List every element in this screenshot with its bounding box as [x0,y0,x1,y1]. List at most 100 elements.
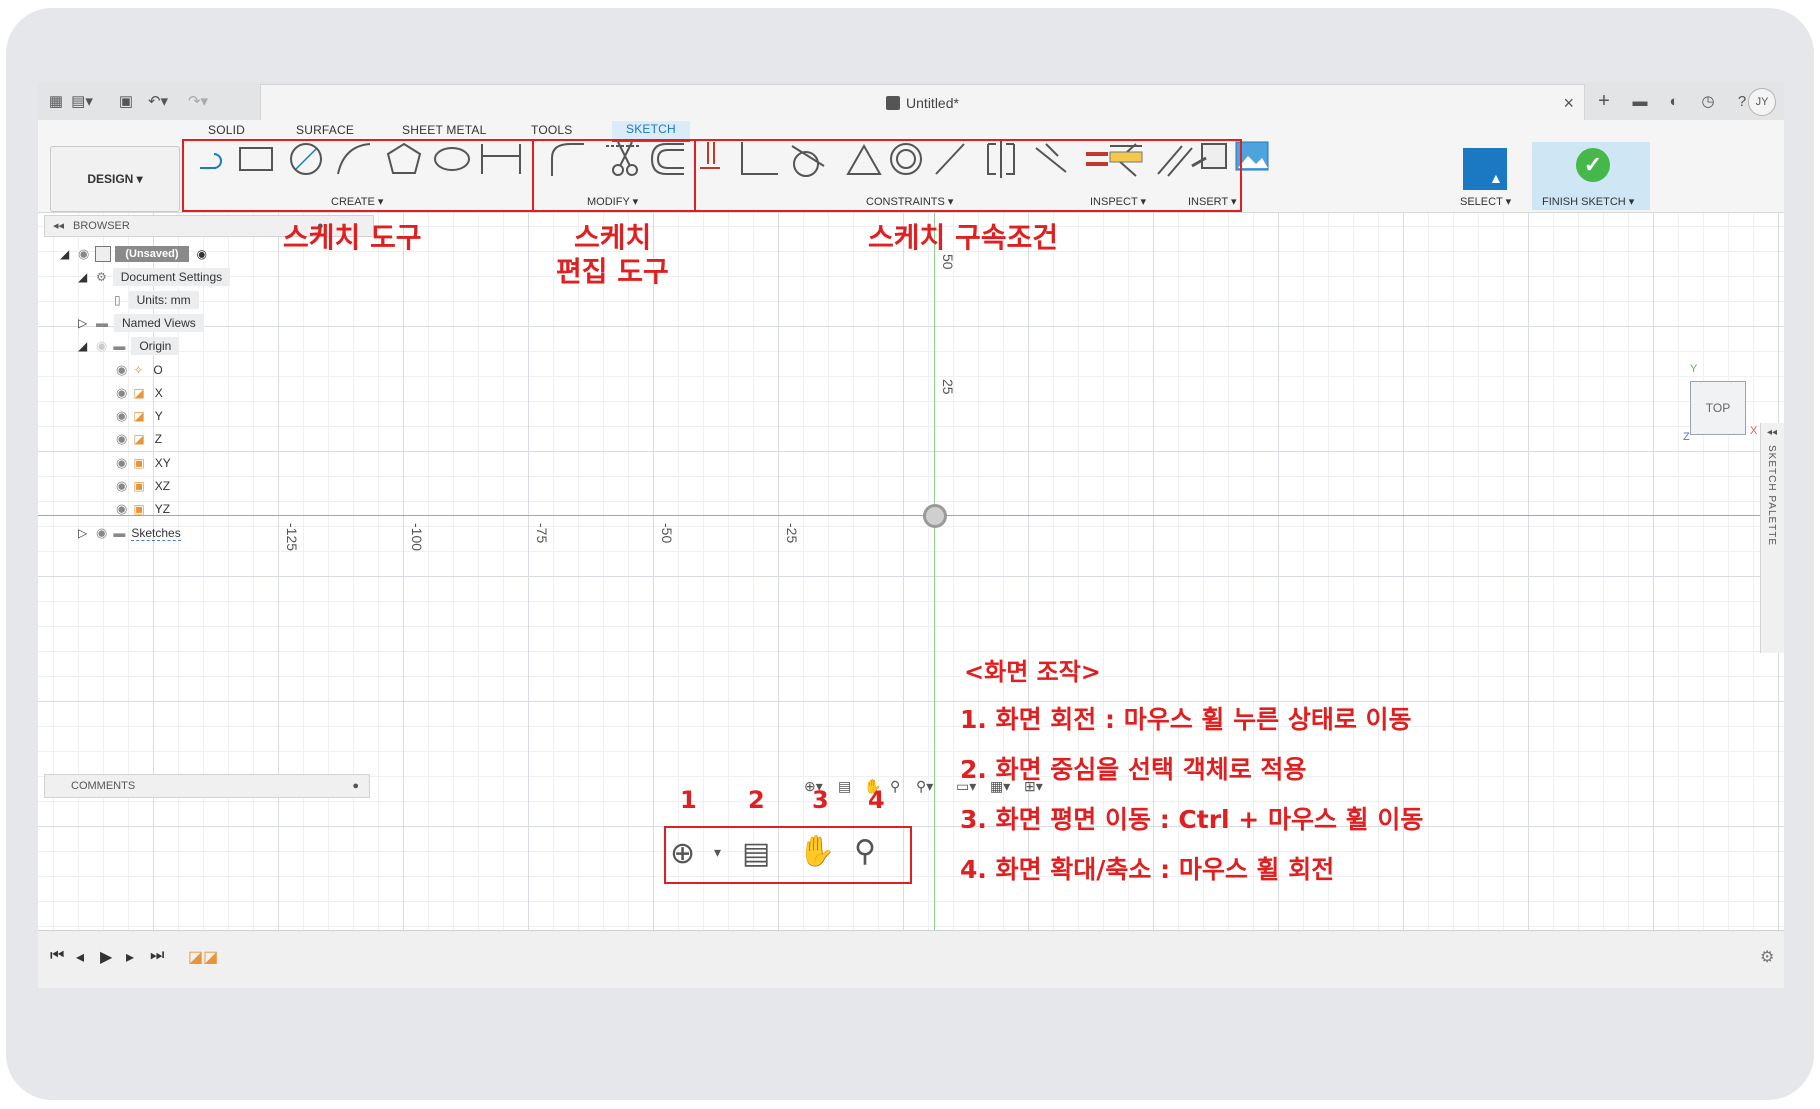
expand-icon[interactable]: ▷ [78,526,96,540]
collapse-arrow-icon[interactable]: ◂◂ [1767,427,1777,438]
visibility-eye-icon[interactable]: ◉ [116,431,127,447]
origin-label: Origin [131,337,180,355]
title-bar: ▦ ▤▾ ▣ ↶▾ ↷▾ Untitled* × + ▬ ◐ ◷ ? JY [38,82,1784,121]
document-icon [886,96,901,110]
origin-item-row[interactable]: ◉ ◪ Y [116,405,163,427]
navigation-tools-zoomed: ⊕ ▾ ▤ ✋ ⚲ [664,826,912,884]
tab-sheet-metal[interactable]: SHEET METAL [402,123,486,137]
origin-row[interactable]: ◢ ◉ ▬ Origin [78,335,180,357]
origin-item-row[interactable]: ◉ ▣ XZ [116,475,170,497]
annotation-constraints: 스케치 구속조건 [868,221,1059,254]
look-at-icon[interactable]: ▤ [742,836,770,871]
origin-item-row[interactable]: ◉ ▣ YZ [116,498,170,520]
annotation-nav-item: 4. 화면 확대/축소 : 마우스 휠 회전 [960,855,1335,884]
orbit-icon[interactable]: ⊕ [670,836,695,871]
component-icon [95,246,112,262]
folder-icon: ▬ [113,339,126,353]
origin-item-label: XY [154,456,171,470]
origin-item-label: XZ [154,479,171,493]
origin-item-row[interactable]: ◉ ▣ XY [116,452,171,474]
annotation-nav-number: 4 [868,786,885,814]
origin-item-label: O [153,363,163,377]
zoom-icon[interactable]: ⚲ [854,834,876,869]
visibility-eye-icon[interactable]: ◉ [116,501,127,517]
visibility-eye-icon[interactable]: ◉ [116,408,127,424]
annotation-nav-number: 3 [812,786,829,814]
fit-icon[interactable]: ⚲▾ [916,778,933,795]
document-title: Untitled* [906,95,959,111]
look-at-icon[interactable]: ▤ [838,778,851,795]
file-menu-icon[interactable]: ▤▾ [71,91,93,111]
workspace-design-button[interactable]: DESIGN ▾ [50,146,180,212]
play-icon[interactable]: ▶ [100,947,112,967]
tick-label: -50 [659,523,675,544]
orbit-dropdown-icon[interactable]: ▾ [714,844,721,861]
zoom-icon[interactable]: ⚲ [890,778,900,795]
go-to-end-icon[interactable]: ⏭ [150,947,164,965]
save-icon[interactable]: ▣ [116,91,136,111]
tab-close-icon[interactable]: × [1563,93,1574,114]
step-forward-icon[interactable]: ▸ [126,947,134,967]
document-tab[interactable]: Untitled* × [260,84,1585,120]
visibility-eye-icon[interactable]: ◉ [96,525,107,541]
job-status-icon[interactable]: ◐ [1664,91,1684,111]
view-cube[interactable]: TOP [1690,381,1746,435]
checkmark-icon: ✓ [1576,148,1610,182]
finish-sketch-button[interactable]: ✓ FINISH SKETCH ▾ [1532,142,1650,210]
expand-icon[interactable]: ◢ [78,270,96,284]
tick-label: 50 [940,254,956,270]
new-tab-icon[interactable]: + [1594,90,1614,112]
add-comment-icon[interactable]: ● [352,775,359,797]
browser-root-row[interactable]: ◢ ◉ (Unsaved) ◉ [60,243,207,265]
origin-item-row[interactable]: ◉ ◪ X [116,382,163,404]
annotation-sketch-tools: 스케치 도구 [283,221,422,254]
visibility-eye-icon[interactable]: ◉ [116,362,127,378]
timeline-settings-gear-icon[interactable]: ⚙ [1760,947,1774,967]
plane-icon: ▣ [133,456,145,470]
origin-item-row[interactable]: ◉ ◪ Z [116,428,162,450]
sketches-row[interactable]: ▷ ◉ ▬ Sketches [78,522,181,544]
viewcube-face-top[interactable]: TOP [1706,401,1730,415]
comments-panel[interactable]: COMMENTS ● [44,774,370,798]
visibility-eye-icon[interactable]: ◉ [78,246,89,262]
axis-icon: ◪ [133,386,145,400]
pan-icon[interactable]: ✋ [798,834,835,869]
select-tool-icon[interactable]: ▲ [1463,148,1507,190]
expand-icon[interactable]: ▷ [78,316,96,330]
root-component-label: (Unsaved) [115,246,189,262]
origin-point-icon: ✧ [133,363,144,377]
browser-panel: ◂◂ BROWSER ● ◢ ◉ (Unsaved) ◉ ◢ ⚙ Document Setti… [44,215,374,635]
origin-point[interactable] [923,504,947,528]
browser-title: BROWSER [73,220,130,232]
expand-icon[interactable]: ◢ [78,339,96,353]
folder-icon: ▬ [96,316,108,330]
tab-tools[interactable]: TOOLS [531,123,572,137]
redo-icon[interactable]: ↷▾ [188,91,208,111]
visibility-eye-icon[interactable]: ◉ [116,478,127,494]
tab-solid[interactable]: SOLID [208,123,245,137]
visibility-eye-icon[interactable]: ◉ [116,455,127,471]
step-back-icon[interactable]: ◂ [76,947,84,967]
select-menu[interactable]: SELECT ▾ [1460,195,1511,208]
visibility-eye-icon[interactable]: ◉ [116,385,127,401]
plane-icon: ▣ [133,479,145,493]
user-avatar[interactable]: JY [1748,88,1776,116]
units-row[interactable]: ▯ Units: mm [114,289,199,311]
document-settings-label: Document Settings [112,268,231,286]
go-to-start-icon[interactable]: ⏮ [50,947,64,965]
undo-icon[interactable]: ↶▾ [148,91,168,111]
sketch-palette-tab[interactable]: ◂◂ SKETCH PALETTE [1760,423,1784,653]
document-settings-row[interactable]: ◢ ⚙ Document Settings [78,266,231,288]
notifications-icon[interactable]: ▬ [1630,91,1650,111]
visibility-eye-icon[interactable]: ◉ [96,338,107,354]
tab-surface[interactable]: SURFACE [296,123,354,137]
expand-icon[interactable]: ◢ [60,247,78,261]
named-views-row[interactable]: ▷ ▬ Named Views [78,312,204,334]
sketch-feature-icon[interactable]: ◪◪ [188,947,218,967]
origin-item-row[interactable]: ◉ ✧ O [116,359,163,381]
clock-icon[interactable]: ◷ [1698,91,1718,111]
collapse-browser-icon[interactable]: ◂◂ [53,216,64,236]
annotation-nav-number: 2 [748,786,765,814]
activate-radio-icon[interactable]: ◉ [197,247,207,261]
app-grid-icon[interactable]: ▦ [46,91,66,111]
